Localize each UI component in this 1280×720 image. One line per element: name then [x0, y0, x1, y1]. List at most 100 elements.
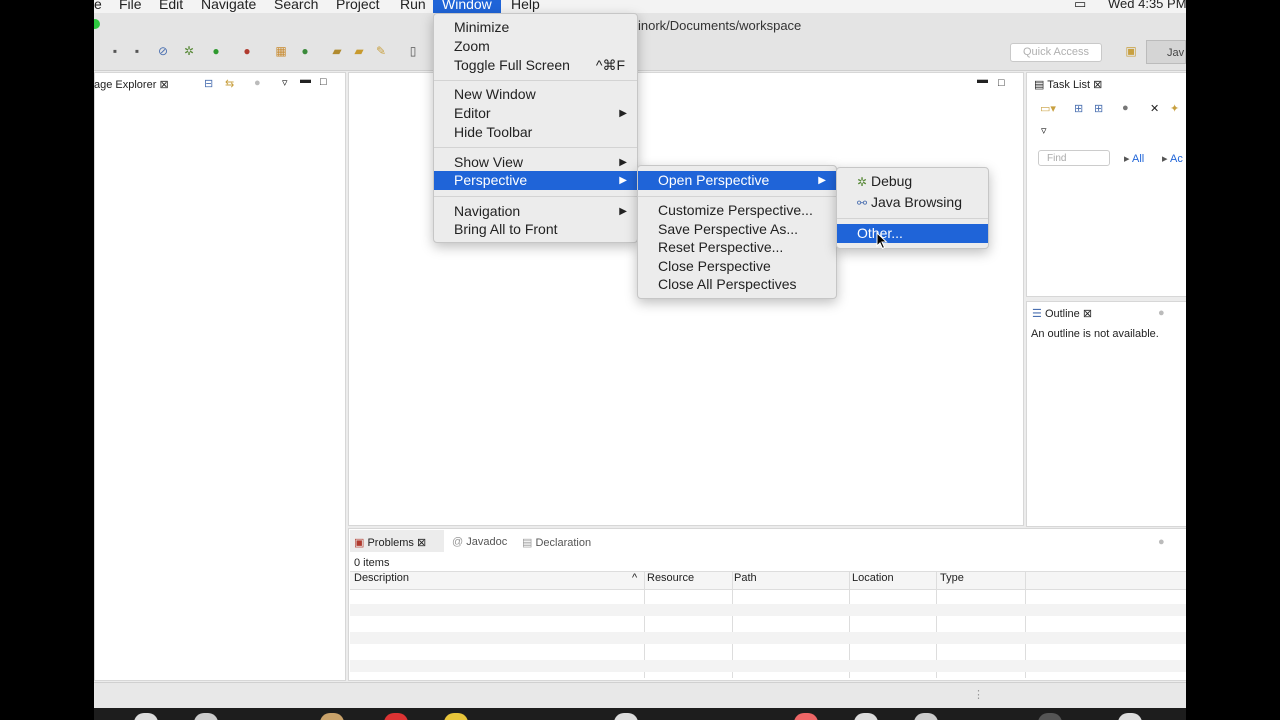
- menu-app[interactable]: e: [94, 0, 102, 12]
- scheduled-icon[interactable]: ⊞: [1094, 102, 1103, 115]
- menu-help[interactable]: Help: [511, 0, 540, 12]
- menu-separator: [434, 196, 637, 197]
- outline-focus-icon[interactable]: ●: [1158, 307, 1165, 319]
- col-resource[interactable]: Resource: [647, 572, 694, 584]
- link-editor-icon[interactable]: ⇆: [225, 77, 234, 90]
- outline-message: An outline is not available.: [1031, 328, 1159, 340]
- menu-item-other[interactable]: Other...: [837, 224, 988, 243]
- minimize-icon[interactable]: ▬: [300, 74, 311, 86]
- menu-item-label: Customize Perspective...: [658, 202, 813, 218]
- menu-item-navigation[interactable]: Navigation ▶: [434, 202, 637, 221]
- menu-item-close-perspective[interactable]: Close Perspective: [638, 257, 836, 276]
- menu-item-label: Toggle Full Screen: [454, 57, 570, 73]
- col-location[interactable]: Location: [852, 572, 894, 584]
- activate-link[interactable]: ▸ Ac: [1162, 152, 1183, 165]
- menu-navigate[interactable]: Navigate: [201, 0, 256, 12]
- java-perspective-button[interactable]: Jav: [1146, 40, 1186, 64]
- package-explorer-tab-label: age Explorer: [94, 79, 157, 91]
- menu-run[interactable]: Run: [400, 0, 426, 12]
- expand-icon: ▸: [1162, 153, 1168, 165]
- menu-item-zoom[interactable]: Zoom: [434, 37, 637, 56]
- editor-maximize-icon[interactable]: □: [998, 77, 1005, 89]
- maximize-icon[interactable]: □: [320, 76, 327, 88]
- window-zoom-button[interactable]: [94, 19, 100, 29]
- col-description[interactable]: Description: [354, 572, 409, 584]
- problems-tab[interactable]: ▣ Problems ⊠: [354, 536, 426, 549]
- menu-item-minimize[interactable]: Minimize: [434, 18, 637, 37]
- col-type[interactable]: Type: [940, 572, 964, 584]
- sort-asc-icon[interactable]: ^: [632, 572, 637, 584]
- quick-access-input[interactable]: Quick Access: [1010, 43, 1102, 62]
- menu-item-new-window[interactable]: New Window: [434, 85, 637, 104]
- task-list-tab[interactable]: ▤ Task List ⊠: [1034, 78, 1102, 91]
- menu-item-show-view[interactable]: Show View ▶: [434, 153, 637, 172]
- submenu-arrow-icon: ▶: [619, 157, 627, 168]
- menu-item-label: Reset Perspective...: [658, 239, 784, 255]
- collapse-all-icon[interactable]: ⊟: [204, 77, 213, 90]
- sync-icon[interactable]: ●: [1122, 102, 1129, 114]
- save-all-icon[interactable]: ▪: [130, 44, 144, 58]
- menu-item-perspective[interactable]: Perspective ▶: [434, 171, 637, 190]
- menubar-clock[interactable]: Wed 4:35 PM: [1108, 0, 1186, 11]
- hide-completed-icon[interactable]: ✕: [1150, 102, 1159, 115]
- menu-file[interactable]: File: [119, 0, 142, 12]
- shortcut-label: ^⌘F: [595, 57, 625, 73]
- run-icon[interactable]: ●: [209, 44, 223, 58]
- close-icon[interactable]: ⊠: [417, 537, 426, 549]
- open-type-icon[interactable]: ▰: [330, 44, 344, 58]
- new-package-icon[interactable]: ▦: [274, 44, 288, 58]
- debug-icon: ✲: [857, 175, 868, 189]
- menu-item-label: Java Browsing: [870, 194, 962, 210]
- menu-project[interactable]: Project: [336, 0, 380, 12]
- menu-item-save-perspective-as[interactable]: Save Perspective As...: [638, 220, 836, 239]
- javadoc-tab[interactable]: @ Javadoc: [452, 536, 507, 548]
- external-tools-icon[interactable]: ●: [240, 44, 254, 58]
- menu-item-hide-toolbar[interactable]: Hide Toolbar: [434, 123, 637, 142]
- close-icon[interactable]: ⊠: [1083, 308, 1092, 320]
- menu-item-toggle-full-screen[interactable]: Toggle Full Screen ^⌘F: [434, 56, 637, 75]
- close-icon[interactable]: ⊠: [1093, 79, 1102, 91]
- search-tool-icon[interactable]: ✎: [374, 44, 388, 58]
- close-icon[interactable]: ⊠: [159, 79, 168, 91]
- outline-tab-label: Outline: [1044, 308, 1080, 320]
- menu-edit[interactable]: Edit: [159, 0, 183, 12]
- col-path[interactable]: Path: [734, 572, 757, 584]
- menu-item-reset-perspective[interactable]: Reset Perspective...: [638, 238, 836, 257]
- menu-item-close-all-perspectives[interactable]: Close All Perspectives: [638, 275, 836, 294]
- focus-active-icon[interactable]: ✦: [1170, 102, 1179, 115]
- perspective-submenu: Open Perspective ▶ Customize Perspective.…: [637, 165, 837, 299]
- focus-icon[interactable]: ●: [254, 77, 261, 89]
- package-explorer-tab[interactable]: age Explorer ⊠: [94, 78, 169, 91]
- new-class-icon[interactable]: ●: [298, 44, 312, 58]
- categorized-icon[interactable]: ⊞: [1074, 102, 1083, 115]
- javadoc-icon: @: [452, 536, 464, 548]
- menu-item-label: Hide Toolbar: [454, 124, 533, 140]
- problems-focus-icon[interactable]: ●: [1158, 536, 1165, 548]
- view-menu-icon[interactable]: ▿: [282, 76, 288, 89]
- menu-item-editor[interactable]: Editor ▶: [434, 104, 637, 123]
- save-icon[interactable]: ▪: [108, 44, 122, 58]
- open-perspective-submenu: ✲ Debug ⚯ Java Browsing Other...: [836, 167, 989, 249]
- outline-tab[interactable]: ☰ Outline ⊠: [1032, 307, 1092, 320]
- declaration-tab[interactable]: ▤ Declaration: [522, 536, 591, 549]
- task-find-input[interactable]: Find: [1038, 150, 1110, 166]
- task-view-menu-icon[interactable]: ▿: [1041, 124, 1047, 137]
- menu-item-open-perspective[interactable]: Open Perspective ▶: [638, 171, 836, 190]
- menu-window[interactable]: Window: [433, 0, 501, 13]
- open-perspective-icon[interactable]: ▣: [1124, 44, 1138, 58]
- editor-minimize-icon[interactable]: ▬: [977, 74, 988, 86]
- menu-item-debug[interactable]: ✲ Debug: [837, 172, 988, 191]
- menu-item-java-browsing[interactable]: ⚯ Java Browsing: [837, 193, 988, 212]
- open-folder-icon[interactable]: ▰: [352, 44, 366, 58]
- annotation-icon[interactable]: ▯: [406, 44, 420, 58]
- debug-icon[interactable]: ✲: [182, 44, 196, 58]
- all-filter-link[interactable]: ▸ All: [1124, 152, 1144, 165]
- menu-search[interactable]: Search: [274, 0, 318, 12]
- new-task-icon[interactable]: ▭▾: [1040, 102, 1056, 115]
- menu-item-customize-perspective[interactable]: Customize Perspective...: [638, 201, 836, 220]
- menu-item-label: Show View: [454, 154, 524, 170]
- airplay-icon[interactable]: ▭: [1074, 0, 1086, 12]
- skip-breakpoints-icon[interactable]: ⊘: [156, 44, 170, 58]
- menu-item-label: Minimize: [454, 19, 510, 35]
- menu-item-bring-all-to-front[interactable]: Bring All to Front: [434, 220, 637, 239]
